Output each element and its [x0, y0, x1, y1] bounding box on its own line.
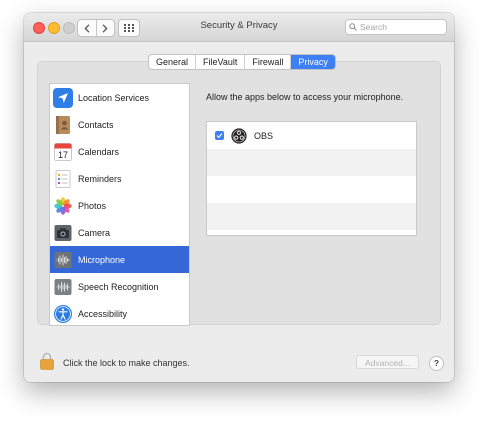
advanced-button: Advanced...	[356, 355, 419, 369]
microphone-access-description: Allow the apps below to access your micr…	[206, 92, 404, 102]
sidebar-item-reminders[interactable]: Reminders	[50, 165, 189, 192]
navigation-buttons	[77, 19, 115, 37]
back-button[interactable]	[78, 20, 96, 36]
sidebar-item-label: Camera	[78, 227, 111, 238]
sidebar-item-calendars[interactable]: 17 Calendars	[50, 138, 189, 165]
chevron-left-icon	[84, 23, 90, 33]
lock-instructions: Click the lock to make changes.	[63, 358, 190, 368]
sidebar-item-label: Accessibility	[78, 308, 128, 319]
sidebar-item-accessibility[interactable]: Accessibility	[50, 300, 189, 325]
tab-bar: General FileVault Firewall Privacy	[148, 54, 336, 70]
camera-icon	[53, 223, 73, 243]
sidebar-item-label: Photos	[78, 200, 107, 211]
tab-general[interactable]: General	[149, 55, 195, 69]
show-all-button[interactable]	[118, 19, 140, 37]
sidebar-item-label: Contacts	[78, 119, 114, 130]
search-input[interactable]	[360, 21, 440, 33]
grid-icon	[124, 24, 134, 32]
sidebar-item-photos[interactable]: Photos	[50, 192, 189, 219]
checkmark-icon	[216, 133, 223, 139]
microphone-waveform-icon	[53, 250, 73, 270]
settings-window: Security & Privacy General FileVault Fir…	[24, 13, 454, 382]
calendar-icon: 17	[53, 142, 73, 162]
help-button[interactable]: ?	[429, 356, 444, 371]
tab-firewall[interactable]: Firewall	[244, 55, 290, 69]
sidebar-item-label: Reminders	[78, 173, 122, 184]
sidebar-item-camera[interactable]: Camera	[50, 219, 189, 246]
forward-button[interactable]	[95, 20, 115, 36]
accessibility-icon	[53, 304, 73, 324]
chevron-right-icon	[102, 23, 108, 33]
search-icon	[346, 23, 360, 31]
calendar-day-number: 17	[58, 150, 68, 160]
search-field[interactable]	[345, 19, 447, 35]
app-access-checkbox[interactable]	[215, 131, 224, 140]
sidebar-item-label: Microphone	[78, 254, 126, 265]
sidebar-item-label: Calendars	[78, 146, 120, 157]
lock-icon[interactable]	[40, 352, 54, 370]
app-list: OBS	[206, 121, 417, 236]
reminders-list-icon	[53, 169, 73, 189]
close-window-button[interactable]	[33, 22, 45, 34]
window-title: Security & Privacy	[200, 20, 278, 31]
app-name: OBS	[254, 130, 274, 141]
tab-filevault[interactable]: FileVault	[195, 55, 244, 69]
sidebar-item-microphone[interactable]: Microphone	[50, 246, 189, 273]
contacts-book-icon	[53, 115, 73, 135]
privacy-category-list: Location Services Contacts 17 Calendars …	[49, 83, 190, 326]
list-item-empty	[207, 149, 416, 176]
obs-icon	[231, 127, 247, 144]
photos-flower-icon	[53, 196, 73, 216]
minimize-window-button[interactable]	[48, 22, 60, 34]
list-item-empty	[207, 203, 416, 230]
speech-waveform-icon	[53, 277, 73, 297]
sidebar-item-label: Speech Recognition	[78, 281, 159, 292]
tab-privacy[interactable]: Privacy	[290, 55, 335, 69]
list-item[interactable]: OBS	[207, 122, 416, 149]
sidebar-item-label: Location Services	[78, 92, 150, 103]
sidebar-item-speech-recognition[interactable]: Speech Recognition	[50, 273, 189, 300]
list-item-empty	[207, 176, 416, 203]
title-bar: Security & Privacy	[24, 13, 454, 42]
sidebar-item-location-services[interactable]: Location Services	[50, 84, 189, 111]
zoom-window-button	[63, 22, 75, 34]
sidebar-item-contacts[interactable]: Contacts	[50, 111, 189, 138]
location-arrow-icon	[53, 87, 73, 108]
